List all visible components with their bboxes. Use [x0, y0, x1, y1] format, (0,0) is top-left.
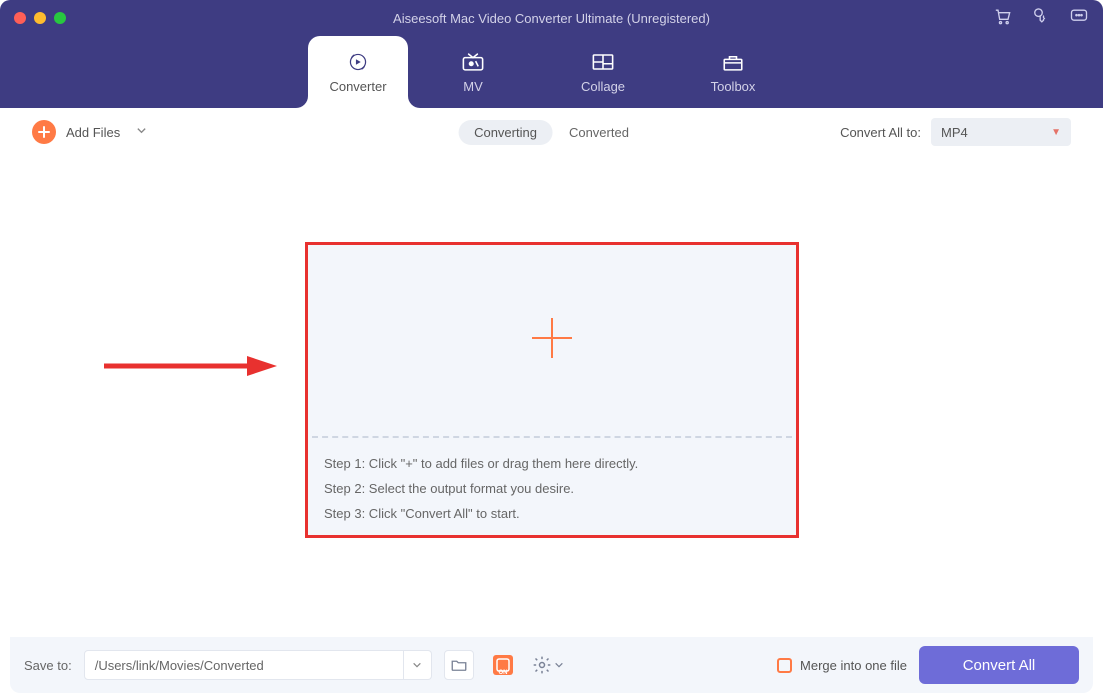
convert-all-to-label: Convert All to: — [840, 125, 921, 140]
tab-mv-label: MV — [463, 79, 483, 94]
checkbox-icon — [777, 658, 792, 673]
tab-mv[interactable]: MV — [408, 36, 538, 108]
gpu-accel-button[interactable]: ON — [486, 650, 520, 680]
tab-converter-label: Converter — [329, 79, 386, 94]
close-window-button[interactable] — [14, 12, 26, 24]
step-2-text: Step 2: Select the output format you des… — [324, 481, 780, 496]
tab-collage-label: Collage — [581, 79, 625, 94]
main-area: Step 1: Click "+" to add files or drag t… — [10, 156, 1093, 637]
app-window: Aiseesoft Mac Video Converter Ultimate (… — [0, 0, 1103, 699]
cart-icon[interactable] — [993, 6, 1013, 31]
add-plus-icon — [526, 312, 578, 369]
minimize-window-button[interactable] — [34, 12, 46, 24]
save-path-field[interactable]: /Users/link/Movies/Converted — [84, 650, 404, 680]
dropdown-arrow-icon: ▼ — [1051, 127, 1061, 138]
output-format-select[interactable]: MP4 ▼ — [931, 118, 1071, 146]
tab-converter[interactable]: Converter — [308, 36, 408, 108]
instruction-steps: Step 1: Click "+" to add files or drag t… — [308, 438, 796, 535]
drop-zone[interactable]: Step 1: Click "+" to add files or drag t… — [305, 242, 799, 538]
output-format-value: MP4 — [941, 125, 968, 140]
titlebar: Aiseesoft Mac Video Converter Ultimate (… — [0, 0, 1103, 36]
maximize-window-button[interactable] — [54, 12, 66, 24]
status-tabs: Converting Converted — [458, 120, 645, 145]
save-path-dropdown[interactable] — [404, 650, 432, 680]
add-files-button[interactable]: Add Files — [32, 120, 147, 144]
main-tabs: Converter MV Collage Toolbox — [0, 36, 1103, 108]
merge-label: Merge into one file — [800, 658, 907, 673]
add-files-label: Add Files — [66, 125, 120, 140]
arrow-annotation — [102, 354, 282, 378]
feedback-icon[interactable] — [1069, 6, 1089, 31]
window-controls — [14, 12, 66, 24]
tab-converted[interactable]: Converted — [553, 120, 645, 145]
plus-icon — [32, 120, 56, 144]
tab-collage[interactable]: Collage — [538, 36, 668, 108]
save-to-label: Save to: — [24, 658, 72, 673]
tab-toolbox[interactable]: Toolbox — [668, 36, 798, 108]
tab-converting[interactable]: Converting — [458, 120, 553, 145]
drop-zone-add-area[interactable] — [308, 245, 796, 436]
settings-button[interactable] — [532, 655, 564, 675]
chevron-down-icon[interactable] — [130, 123, 147, 141]
step-1-text: Step 1: Click "+" to add files or drag t… — [324, 456, 780, 471]
toolbar: Add Files Converting Converted Convert A… — [10, 108, 1093, 156]
svg-text:ON: ON — [498, 670, 507, 676]
open-folder-button[interactable] — [444, 650, 474, 680]
merge-checkbox[interactable]: Merge into one file — [777, 658, 907, 673]
convert-all-button[interactable]: Convert All — [919, 646, 1079, 684]
footer-bar: Save to: /Users/link/Movies/Converted ON… — [10, 637, 1093, 693]
step-3-text: Step 3: Click "Convert All" to start. — [324, 506, 780, 521]
key-icon[interactable] — [1031, 6, 1051, 31]
tab-toolbox-label: Toolbox — [711, 79, 756, 94]
window-title: Aiseesoft Mac Video Converter Ultimate (… — [393, 11, 710, 26]
